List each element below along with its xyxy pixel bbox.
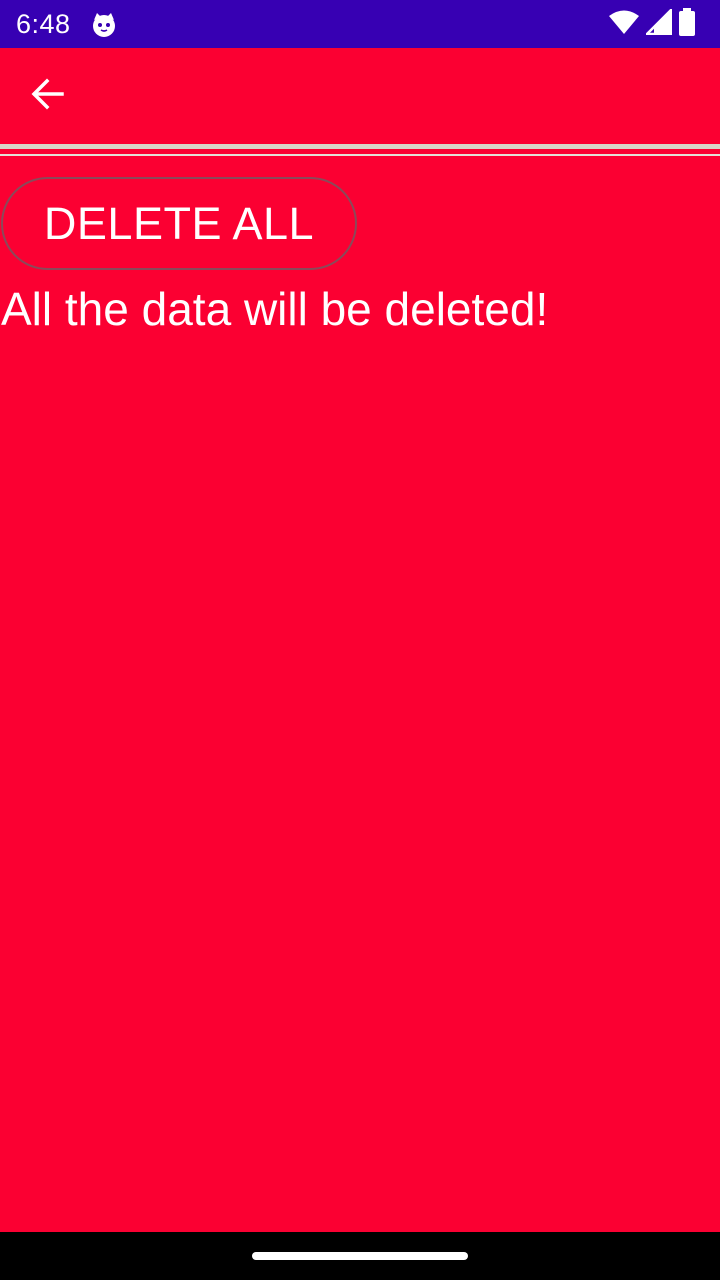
status-bar: 6:48 [0,0,720,48]
app-bar [0,48,720,144]
cat-face-icon [90,11,118,39]
battery-icon [678,7,696,41]
cellular-signal-icon [643,6,673,40]
navigation-bar [0,1232,720,1280]
warning-text: All the data will be deleted! [1,283,549,335]
wifi-icon [608,9,640,40]
home-gesture-handle[interactable] [252,1252,468,1260]
status-icons [608,6,696,41]
arrow-back-icon [30,76,66,117]
delete-all-button[interactable]: DELETE ALL [1,177,357,270]
app-bar-divider [0,144,720,149]
status-time: 6:48 [16,9,71,39]
app-bar-divider-thin [0,154,720,156]
back-button[interactable] [16,64,80,128]
